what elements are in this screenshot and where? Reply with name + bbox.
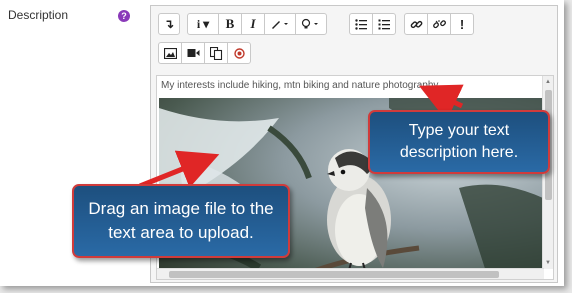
screenshot-frame: Description ? ↴ i ▾ B I ! My interests i… (0, 0, 564, 286)
type-text-callout: Type your text description here. (368, 110, 550, 174)
arrow-to-text (418, 84, 464, 121)
arrow-to-image (139, 150, 220, 189)
drag-image-callout: Drag an image file to the text area to u… (72, 184, 290, 258)
